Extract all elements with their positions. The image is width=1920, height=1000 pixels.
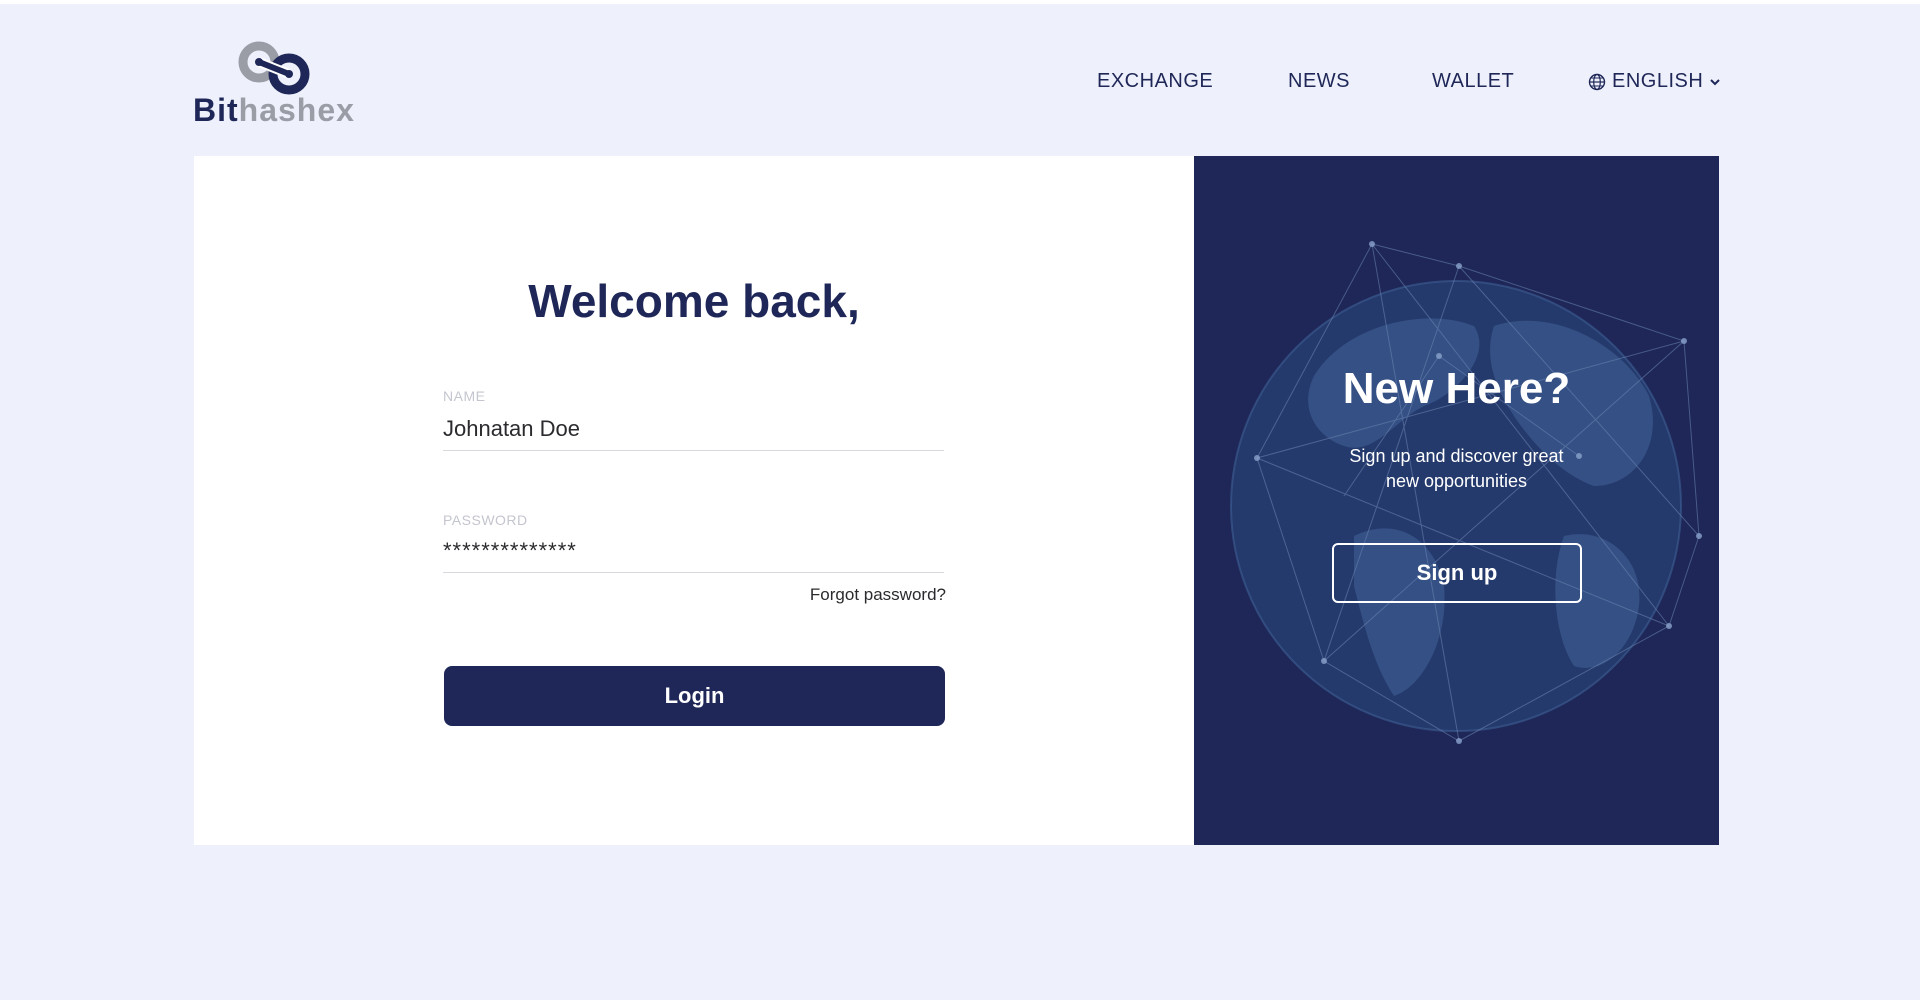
world-network-globe-icon — [1230, 241, 1702, 744]
login-panel: Welcome back, NAME PASSWORD Forgot passw… — [194, 156, 1194, 845]
name-input[interactable] — [443, 404, 944, 451]
top-nav: EXCHANGE NEWS WALLET ENGLISH — [0, 70, 1920, 98]
chevron-down-icon — [1710, 78, 1721, 85]
password-field: PASSWORD — [443, 512, 944, 573]
forgot-password-link[interactable]: Forgot password? — [794, 585, 946, 605]
password-input[interactable] — [443, 528, 944, 573]
signup-subtitle: Sign up and discover great new opportuni… — [1349, 446, 1564, 491]
globe-icon — [1588, 73, 1606, 90]
signup-panel: New Here? Sign up and discover great new… — [1194, 156, 1719, 845]
nav-item-exchange[interactable]: EXCHANGE — [1097, 70, 1213, 93]
language-selector[interactable]: ENGLISH — [1588, 70, 1721, 93]
nav-item-wallet[interactable]: WALLET — [1432, 70, 1514, 93]
signup-button[interactable]: Sign up — [1332, 543, 1582, 603]
password-label: PASSWORD — [443, 512, 528, 528]
signup-title: New Here? — [1342, 364, 1571, 413]
login-title: Welcome back, — [528, 275, 860, 327]
name-label: NAME — [443, 388, 486, 404]
name-field: NAME — [443, 388, 944, 451]
nav-item-news[interactable]: NEWS — [1288, 70, 1350, 93]
login-button[interactable]: Login — [444, 666, 945, 726]
page: Bithashex EXCHANGE NEWS WALLET ENGLISH W… — [0, 4, 1920, 1000]
auth-card: Welcome back, NAME PASSWORD Forgot passw… — [194, 156, 1719, 845]
language-label: ENGLISH — [1612, 70, 1704, 92]
